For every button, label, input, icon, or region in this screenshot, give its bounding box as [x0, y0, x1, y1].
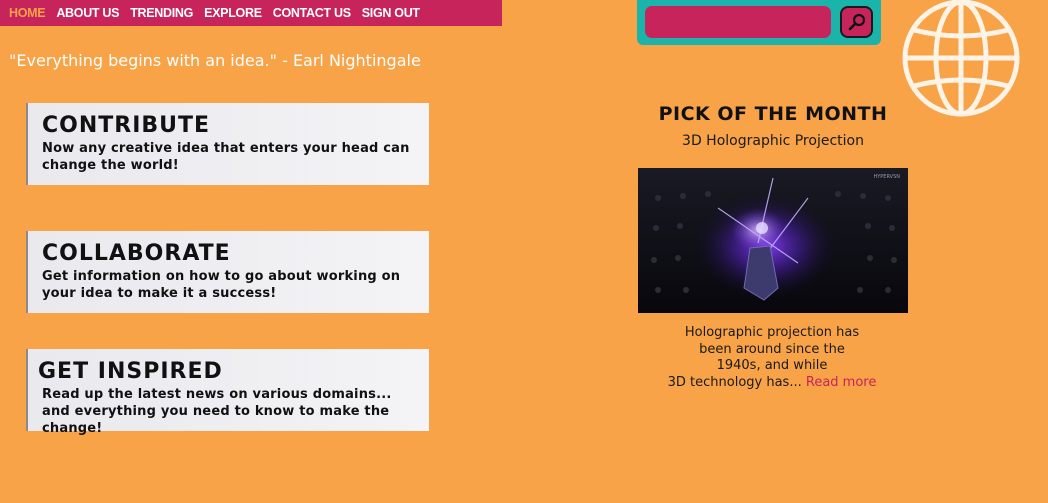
desc-line: 1940s, and while [716, 358, 828, 373]
desc-line-last: 3D technology has... Read more [661, 375, 883, 392]
nav-home[interactable]: HOME [9, 6, 46, 20]
contribute-card[interactable]: CONTRIBUTE Now any creative idea that en… [26, 103, 429, 185]
hologram-image[interactable]: HYPERVSN [638, 168, 908, 313]
read-more-link[interactable]: Read more [806, 375, 876, 390]
card-title: COLLABORATE [42, 241, 231, 266]
get-inspired-card[interactable]: GET INSPIRED Read up the latest news on … [26, 349, 429, 436]
collaborate-card[interactable]: COLLABORATE Get information on how to go… [26, 231, 429, 313]
nav-trending[interactable]: TRENDING [130, 6, 193, 20]
pick-of-month-heading: PICK OF THE MONTH [658, 103, 888, 125]
card-text: Get information on how to go about worki… [42, 269, 401, 301]
card-text: Now any creative idea that enters your h… [42, 141, 410, 173]
nav-contact-us[interactable]: CONTACT US [273, 6, 351, 20]
pick-description: Holographic projection has been around s… [661, 325, 883, 391]
desc-line: 3D technology has... [667, 374, 802, 390]
pick-subtitle: 3D Holographic Projection [682, 133, 864, 149]
nav-sign-out[interactable]: SIGN OUT [362, 6, 420, 20]
search-button[interactable] [840, 6, 873, 38]
quote-text: "Everything begins with an idea." - Earl… [9, 51, 421, 70]
search-input[interactable] [645, 6, 831, 38]
image-watermark: HYPERVSN [873, 174, 900, 180]
card-text: Read up the latest news on various domai… [42, 387, 392, 436]
search-bar [637, 0, 881, 45]
main-nav: HOME ABOUT US TRENDING EXPLORE CONTACT U… [0, 0, 502, 26]
hologram-illustration: HYPERVSN [638, 168, 908, 313]
desc-line: been around since the [699, 341, 845, 357]
nav-about-us[interactable]: ABOUT US [56, 6, 119, 20]
desc-line: Holographic projection has [684, 325, 860, 340]
card-title: CONTRIBUTE [42, 113, 211, 138]
nav-explore[interactable]: EXPLORE [204, 6, 262, 20]
card-title: GET INSPIRED [38, 359, 223, 384]
magnifier-icon [848, 13, 865, 31]
